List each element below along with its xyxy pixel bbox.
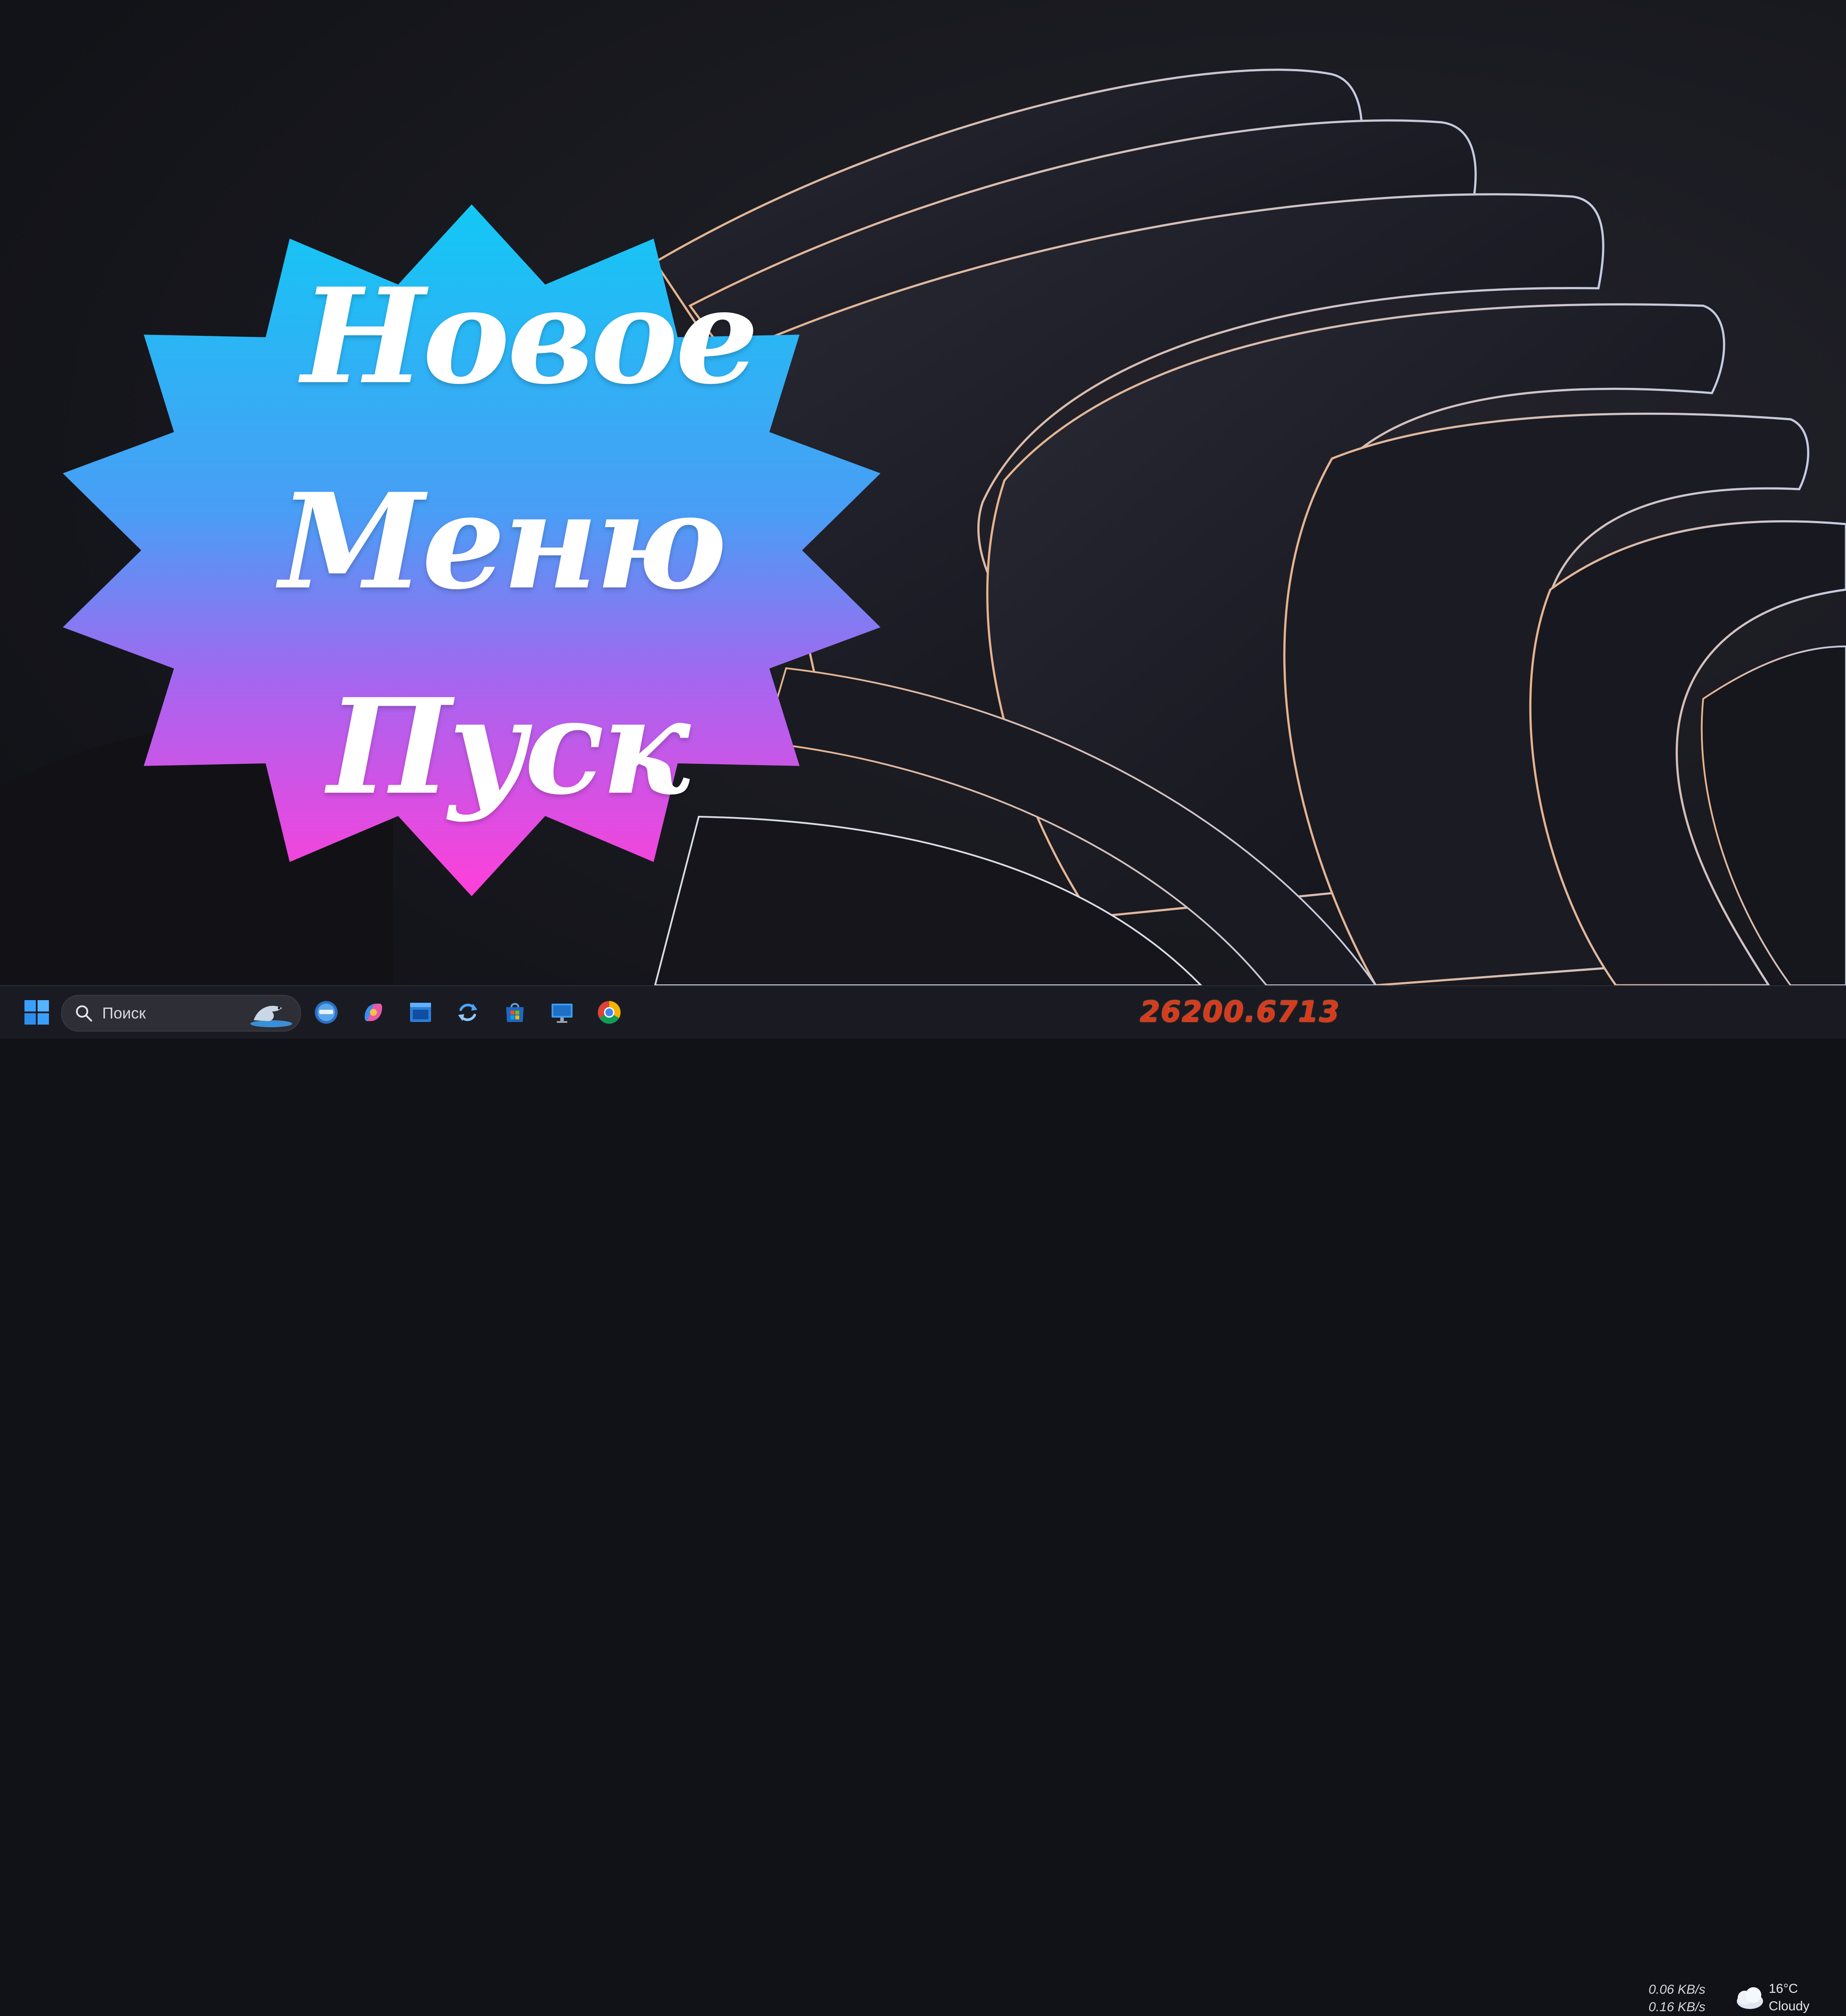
edge-icon [315, 1001, 338, 1024]
window-icon [410, 1003, 431, 1022]
weather-condition: Cloudy [1769, 1999, 1810, 2013]
refresh-app-button[interactable] [452, 986, 483, 1039]
search-box[interactable]: Поиск [61, 995, 301, 1032]
store-app-button[interactable] [500, 986, 530, 1039]
headline-line-2: Меню [279, 464, 727, 618]
monitor-icon [552, 1004, 573, 1023]
store-icon [506, 1003, 524, 1022]
edge-app-button[interactable] [311, 986, 342, 1039]
download-speed: 0.16 KB/s [1648, 2000, 1705, 2014]
build-number-label: 26200.6713 [1140, 995, 1340, 1029]
headline-line-1: Новое [301, 259, 759, 413]
monitor-app-button[interactable] [547, 986, 577, 1039]
weather-widget[interactable]: 16°C Cloudy [1769, 1980, 1809, 2015]
window-app-button[interactable] [405, 986, 436, 1039]
dolphin-highlight-icon [250, 1006, 292, 1027]
starburst-badge [62, 204, 881, 896]
chrome-app-button[interactable] [594, 986, 625, 1039]
weather-temperature: 16°C [1769, 1981, 1798, 1996]
network-speed-widget[interactable]: 0.06 KB/s 0.16 KB/s [1644, 1981, 1705, 2016]
chrome-icon [598, 1001, 621, 1024]
copilot-app-button[interactable] [358, 986, 389, 1039]
desktop: Новое Меню Пуск [0, 0, 1846, 985]
search-icon [76, 1005, 92, 1022]
windows-logo-icon [24, 1000, 49, 1025]
search-placeholder: Поиск [102, 1004, 146, 1022]
copilot-icon [365, 1004, 382, 1021]
start-button[interactable] [17, 986, 56, 1039]
refresh-icon [458, 1004, 477, 1021]
taskbar: Поиск 0.06 KB/s 0.16 KB/s 16°C Cloudy [0, 985, 1846, 2014]
cloud-icon[interactable] [1732, 1983, 1767, 2013]
headline-line-3: Пуск [328, 670, 690, 824]
upload-speed: 0.06 KB/s [1648, 1982, 1705, 1997]
